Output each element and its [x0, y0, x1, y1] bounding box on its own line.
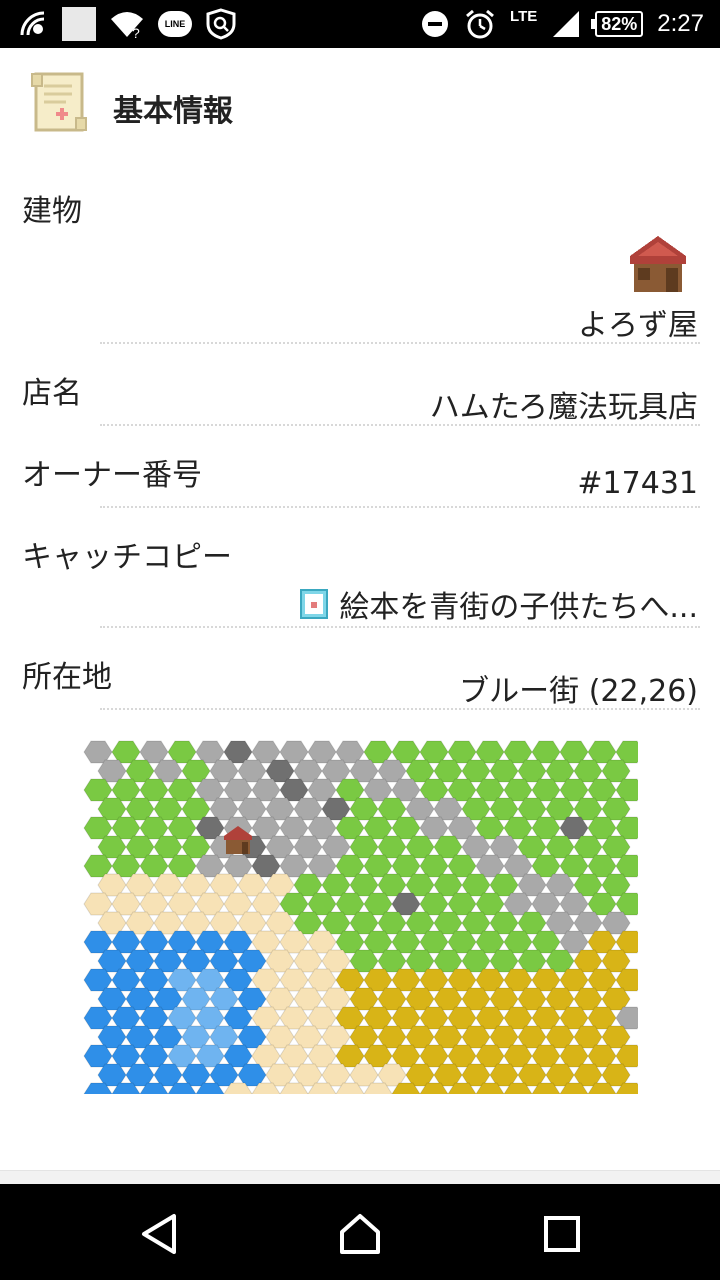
- catchphrase-label: キャッチコピー: [22, 540, 232, 575]
- home-icon[interactable]: [338, 1212, 382, 1256]
- hex-map[interactable]: [82, 738, 645, 1106]
- line-icon: LINE: [158, 11, 192, 37]
- divider: [100, 626, 700, 628]
- owner-number-value: #17431: [577, 466, 698, 501]
- scroll-icon: [31, 72, 87, 132]
- catchphrase-text: 絵本を青街の子供たちへ...: [339, 590, 698, 625]
- status-bar: ? LINE LTE 82% 2:27: [0, 0, 720, 48]
- location-label: 所在地: [22, 660, 112, 695]
- owner-number-row: オーナー番号 #17431: [0, 444, 720, 504]
- signal-icon: [20, 11, 45, 36]
- building-row: 建物 よろず屋: [0, 180, 720, 344]
- alarm-icon: [466, 9, 494, 39]
- building-label: 建物: [22, 194, 82, 229]
- building-value: よろず屋: [578, 308, 698, 343]
- image-icon: [62, 7, 96, 41]
- svg-text:?: ?: [132, 25, 140, 39]
- owner-number-label: オーナー番号: [22, 458, 202, 493]
- back-icon[interactable]: [138, 1212, 182, 1256]
- cell-signal-icon: [553, 11, 580, 37]
- network-type: LTE: [510, 7, 538, 25]
- shop-house-icon: [630, 236, 686, 292]
- divider: [100, 424, 700, 426]
- divider: [100, 506, 700, 508]
- location-row: 所在地 ブルー街 (22,26): [0, 646, 720, 709]
- recents-icon[interactable]: [540, 1212, 584, 1256]
- shield-search-icon: [206, 8, 236, 40]
- divider: [100, 342, 700, 344]
- divider: [100, 708, 700, 710]
- catchphrase-row: キャッチコピー 絵本を青街の子供たちへ...: [0, 526, 720, 626]
- shop-name-label: 店名: [22, 376, 82, 411]
- shop-name-row: 店名 ハムたろ魔法玩具店: [0, 362, 720, 425]
- battery-level: 82%: [591, 11, 644, 37]
- town-map[interactable]: [82, 738, 645, 1106]
- shop-name-value: ハムたろ魔法玩具店: [429, 390, 698, 425]
- section-header: 基本情報: [0, 48, 720, 162]
- status-left-icons: ? LINE: [18, 6, 236, 42]
- location-value: ブルー街 (22,26): [459, 674, 698, 709]
- clock: 2:27: [657, 10, 704, 37]
- status-right-icons: LTE 82% 2:27: [420, 6, 704, 42]
- bottom-shadow: [0, 1170, 720, 1185]
- page-title: 基本情報: [113, 94, 233, 129]
- catchphrase-value: 絵本を青街の子供たちへ...: [299, 582, 698, 626]
- picture-book-icon: [300, 589, 329, 619]
- navigation-bar: [0, 1184, 720, 1280]
- wifi-question-icon: ?: [111, 12, 143, 39]
- dnd-icon: [422, 11, 449, 37]
